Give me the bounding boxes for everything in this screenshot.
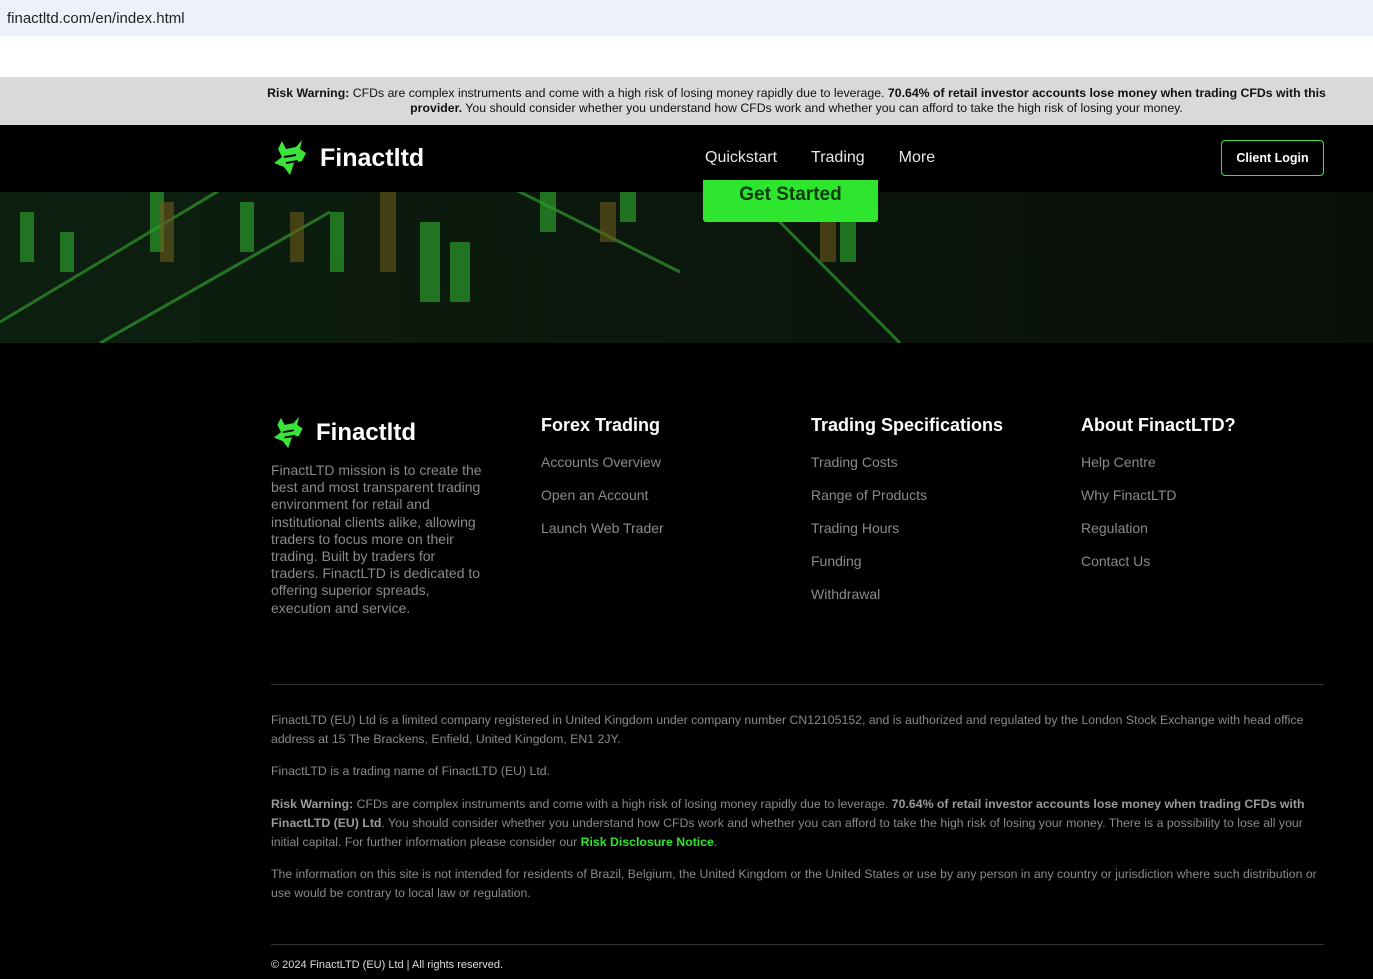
column-title: Trading Specifications	[811, 415, 1004, 435]
client-login-button[interactable]: Client Login	[1221, 140, 1324, 176]
risk-text-2: . You should consider whether you unders…	[271, 816, 1303, 849]
footer-link[interactable]: Trading Costs	[811, 454, 1003, 470]
footer-link[interactable]: Withdrawal	[811, 586, 1003, 602]
nav-quickstart[interactable]: Quickstart	[705, 149, 777, 167]
mission-text: FinactLTD mission is to create the best …	[271, 462, 482, 616]
logo-text: Finactltd	[320, 143, 425, 172]
footer-link[interactable]: Accounts Overview	[541, 454, 664, 470]
bull-logo-icon	[274, 140, 306, 175]
risk-label: Risk Warning:	[267, 86, 350, 100]
period: .	[713, 835, 718, 849]
legal-company-info: FinactLTD (EU) Ltd is a limited company …	[271, 713, 1304, 746]
footer-column-forex: Forex Trading Accounts Overview Open an …	[541, 415, 664, 553]
logo-text: Finactltd	[316, 419, 416, 446]
legal-jurisdiction: The information on this site is not inte…	[271, 867, 1317, 900]
get-started-button[interactable]: Get Started	[703, 180, 878, 222]
risk-label: Risk Warning:	[271, 797, 354, 811]
risk-text: CFDs are complex instruments and come wi…	[349, 86, 888, 100]
footer-link[interactable]: Contact Us	[1081, 553, 1236, 569]
candlestick-background	[0, 192, 902, 343]
footer-link[interactable]: Help Centre	[1081, 454, 1236, 470]
divider	[271, 944, 1324, 945]
legal-risk-warning: Risk Warning: CFDs are complex instrumen…	[271, 795, 1321, 852]
bull-logo-icon	[273, 416, 303, 449]
risk-disclosure-link[interactable]: Risk Disclosure Notice	[581, 835, 714, 849]
hero-banner	[0, 192, 1373, 343]
nav-more[interactable]: More	[899, 149, 935, 167]
risk-warning-banner: Risk Warning: CFDs are complex instrumen…	[0, 77, 1373, 125]
column-title: Forex Trading	[541, 415, 661, 435]
legal-trading-name: FinactLTD is a trading name of FinactLTD…	[271, 764, 551, 778]
footer-link[interactable]: Funding	[811, 553, 1003, 569]
footer-link[interactable]: Regulation	[1081, 520, 1236, 536]
risk-text-2: You should consider whether you understa…	[462, 101, 1183, 115]
blank-area	[0, 36, 1373, 77]
main-menu: Quickstart Trading More	[705, 149, 935, 167]
footer-link[interactable]: Why FinactLTD	[1081, 487, 1236, 503]
footer-logo[interactable]: Finactltd	[272, 415, 416, 451]
nav-trading[interactable]: Trading	[811, 149, 865, 167]
address-bar[interactable]: finactltd.com/en/index.html	[0, 0, 1373, 36]
footer-column-about: About FinactLTD? Help Centre Why FinactL…	[1081, 415, 1236, 586]
column-title: About FinactLTD?	[1081, 415, 1236, 435]
copyright: © 2024 FinactLTD (EU) Ltd | All rights r…	[271, 959, 504, 971]
footer-column-specs: Trading Specifications Trading Costs Ran…	[811, 415, 1003, 619]
footer-link[interactable]: Range of Products	[811, 487, 1003, 503]
site-logo[interactable]: Finactltd	[272, 139, 424, 177]
footer-link[interactable]: Open an Account	[541, 487, 664, 503]
top-nav: Finactltd Quickstart Trading More Client…	[0, 125, 1373, 192]
footer-link[interactable]: Trading Hours	[811, 520, 1003, 536]
footer-link[interactable]: Launch Web Trader	[541, 520, 664, 536]
risk-text: CFDs are complex instruments and come wi…	[353, 797, 892, 811]
divider	[271, 684, 1324, 685]
